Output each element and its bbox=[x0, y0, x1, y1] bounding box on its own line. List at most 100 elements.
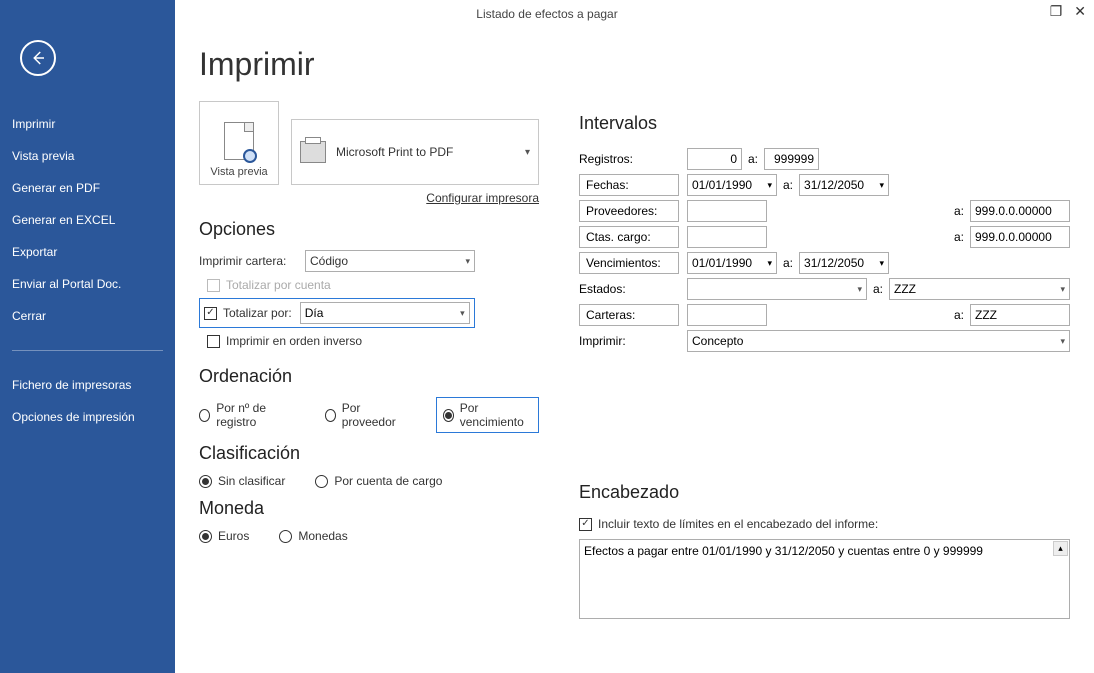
totalizar-por-value: Día bbox=[305, 306, 324, 320]
estados-label: Estados: bbox=[579, 282, 679, 296]
moneda-monedas-radio[interactable]: Monedas bbox=[279, 529, 347, 543]
sidebar-item-exportar[interactable]: Exportar bbox=[0, 236, 175, 268]
clasificacion-sin-radio[interactable]: Sin clasificar bbox=[199, 474, 285, 488]
page-title: Imprimir bbox=[199, 46, 1070, 83]
right-column: Intervalos Registros: a: Fechas: 01/01/1… bbox=[579, 101, 1070, 624]
carteras-to-input[interactable] bbox=[970, 304, 1070, 326]
estados-to-select[interactable]: ZZZ▾ bbox=[889, 278, 1070, 300]
fechas-button[interactable]: Fechas: bbox=[579, 174, 679, 196]
arrow-left-icon bbox=[29, 49, 47, 67]
totalizar-por-check[interactable]: ✓ Totalizar por: bbox=[204, 306, 292, 320]
vista-previa-caption: Vista previa bbox=[210, 166, 267, 178]
a-label: a: bbox=[873, 282, 883, 296]
moneda-euros-radio[interactable]: Euros bbox=[199, 529, 249, 543]
chevron-down-icon: ▾ bbox=[1060, 336, 1065, 347]
venc-from-date[interactable]: 01/01/1990▾ bbox=[687, 252, 777, 274]
printer-icon bbox=[300, 141, 326, 163]
registros-from-input[interactable] bbox=[687, 148, 742, 170]
intervalos-heading: Intervalos bbox=[579, 113, 1070, 134]
configurar-impresora-link[interactable]: Configurar impresora bbox=[199, 191, 539, 205]
proveedores-button[interactable]: Proveedores: bbox=[579, 200, 679, 222]
carteras-from-input[interactable] bbox=[687, 304, 767, 326]
a-label: a: bbox=[954, 204, 964, 218]
left-column: Vista previa Microsoft Print to PDF ▾ Co… bbox=[199, 101, 539, 624]
opciones-heading: Opciones bbox=[199, 219, 539, 240]
ctas-from-input[interactable] bbox=[687, 226, 767, 248]
maximize-icon[interactable]: ❐ bbox=[1050, 4, 1063, 18]
ordenacion-heading: Ordenación bbox=[199, 366, 539, 387]
imprimir-intervalo-select[interactable]: Concepto▾ bbox=[687, 330, 1070, 352]
checkbox-icon bbox=[207, 279, 220, 292]
ctas-cargo-button[interactable]: Ctas. cargo: bbox=[579, 226, 679, 248]
totalizar-por-group: ✓ Totalizar por: Día ▾ bbox=[199, 298, 475, 328]
ordenacion-options: Por nº de registro Por proveedor Por ven… bbox=[199, 397, 539, 433]
sidebar: Imprimir Vista previa Generar en PDF Gen… bbox=[0, 0, 175, 673]
sidebar-separator bbox=[12, 350, 163, 351]
fechas-to-date[interactable]: 31/12/2050▾ bbox=[799, 174, 889, 196]
checkbox-icon bbox=[207, 335, 220, 348]
checkbox-icon: ✓ bbox=[204, 307, 217, 320]
main-content: Imprimir Vista previa Microsoft Print to… bbox=[175, 28, 1094, 673]
vista-previa-button[interactable]: Vista previa bbox=[199, 101, 279, 185]
sidebar-item-fichero-impresoras[interactable]: Fichero de impresoras bbox=[0, 369, 175, 401]
close-icon[interactable]: ✕ bbox=[1074, 4, 1086, 18]
a-label: a: bbox=[748, 152, 758, 166]
ctas-to-input[interactable] bbox=[970, 226, 1070, 248]
window-title: Listado de efectos a pagar bbox=[476, 7, 617, 21]
sidebar-item-portal[interactable]: Enviar al Portal Doc. bbox=[0, 268, 175, 300]
carteras-button[interactable]: Carteras: bbox=[579, 304, 679, 326]
incluir-texto-label: Incluir texto de límites en el encabezad… bbox=[598, 517, 878, 531]
checkbox-icon: ✓ bbox=[579, 518, 592, 531]
orden-inverso-label: Imprimir en orden inverso bbox=[226, 334, 362, 348]
sidebar-item-cerrar[interactable]: Cerrar bbox=[0, 300, 175, 332]
scroll-up-icon[interactable]: ▴ bbox=[1053, 541, 1068, 556]
window-controls: ❐ ✕ bbox=[1050, 4, 1086, 18]
fechas-from-date[interactable]: 01/01/1990▾ bbox=[687, 174, 777, 196]
totalizar-cuenta-check: Totalizar por cuenta bbox=[207, 278, 331, 292]
printer-name: Microsoft Print to PDF bbox=[336, 145, 515, 159]
totalizar-cuenta-label: Totalizar por cuenta bbox=[226, 278, 331, 292]
totalizar-por-select[interactable]: Día ▾ bbox=[300, 302, 470, 324]
chevron-down-icon: ▾ bbox=[879, 258, 884, 269]
estados-from-select[interactable]: ▾ bbox=[687, 278, 867, 300]
registros-label: Registros: bbox=[579, 152, 679, 166]
imprimir-cartera-value: Código bbox=[310, 254, 348, 268]
registros-to-input[interactable] bbox=[764, 148, 819, 170]
vencimientos-button[interactable]: Vencimientos: bbox=[579, 252, 679, 274]
moneda-options: Euros Monedas bbox=[199, 529, 539, 543]
printer-select[interactable]: Microsoft Print to PDF ▾ bbox=[291, 119, 539, 185]
chevron-down-icon: ▾ bbox=[525, 147, 530, 158]
a-label: a: bbox=[783, 256, 793, 270]
sidebar-item-imprimir[interactable]: Imprimir bbox=[0, 108, 175, 140]
encabezado-textarea[interactable] bbox=[579, 539, 1070, 619]
sidebar-item-vista-previa[interactable]: Vista previa bbox=[0, 140, 175, 172]
imprimir-cartera-select[interactable]: Código ▾ bbox=[305, 250, 475, 272]
imprimir-cartera-label: Imprimir cartera: bbox=[199, 254, 297, 268]
chevron-down-icon: ▾ bbox=[1060, 284, 1065, 295]
proveedores-from-input[interactable] bbox=[687, 200, 767, 222]
clasificacion-heading: Clasificación bbox=[199, 443, 539, 464]
ordenacion-registro-radio[interactable]: Por nº de registro bbox=[199, 401, 295, 429]
chevron-down-icon: ▾ bbox=[857, 284, 862, 295]
venc-to-date[interactable]: 31/12/2050▾ bbox=[799, 252, 889, 274]
sidebar-item-excel[interactable]: Generar en EXCEL bbox=[0, 204, 175, 236]
sidebar-item-pdf[interactable]: Generar en PDF bbox=[0, 172, 175, 204]
imprimir-intervalo-label: Imprimir: bbox=[579, 334, 679, 348]
clasificacion-cuenta-radio[interactable]: Por cuenta de cargo bbox=[315, 474, 442, 488]
chevron-down-icon: ▾ bbox=[767, 258, 772, 269]
proveedores-to-input[interactable] bbox=[970, 200, 1070, 222]
totalizar-por-label: Totalizar por: bbox=[223, 306, 292, 320]
ordenacion-vencimiento-radio[interactable]: Por vencimiento bbox=[436, 397, 540, 433]
sidebar-item-opciones-impresion[interactable]: Opciones de impresión bbox=[0, 401, 175, 433]
back-button[interactable] bbox=[20, 40, 56, 76]
chevron-down-icon: ▾ bbox=[767, 180, 772, 191]
sidebar-primary: Imprimir Vista previa Generar en PDF Gen… bbox=[0, 108, 175, 332]
orden-inverso-check[interactable]: Imprimir en orden inverso bbox=[207, 334, 362, 348]
ordenacion-proveedor-radio[interactable]: Por proveedor bbox=[325, 401, 406, 429]
chevron-down-icon: ▾ bbox=[465, 256, 470, 267]
incluir-texto-check[interactable]: ✓ Incluir texto de límites en el encabez… bbox=[579, 517, 878, 531]
sidebar-secondary: Fichero de impresoras Opciones de impres… bbox=[0, 369, 175, 433]
encabezado-heading: Encabezado bbox=[579, 482, 1070, 503]
clasificacion-options: Sin clasificar Por cuenta de cargo bbox=[199, 474, 539, 488]
document-preview-icon bbox=[224, 122, 254, 160]
